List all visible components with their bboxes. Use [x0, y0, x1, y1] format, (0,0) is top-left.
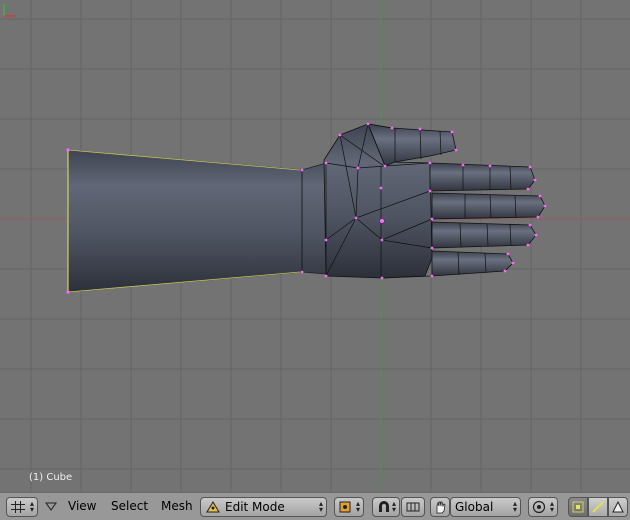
manipulator-button[interactable]	[430, 497, 450, 517]
updown-arrows-icon: ▴ ▾	[512, 499, 517, 514]
viewport-canvas[interactable]	[0, 0, 630, 492]
orientation-label: Global	[455, 500, 494, 514]
object-label: (1) Cube	[29, 472, 73, 483]
menu-select[interactable]: Select	[111, 499, 148, 513]
mode-selector[interactable]: Edit Mode ▴ ▾	[200, 497, 327, 517]
grid-icon	[11, 501, 25, 513]
object-origin	[379, 218, 385, 224]
editor-type-button[interactable]: ▴ ▾	[6, 497, 38, 517]
orientation-selector[interactable]: Global ▴ ▾	[450, 497, 521, 517]
snap-element-button[interactable]	[401, 497, 425, 517]
magnet-icon	[379, 501, 389, 512]
edge-select-icon	[592, 501, 604, 513]
menu-view[interactable]: View	[68, 499, 96, 513]
mode-triangle-icon	[206, 501, 220, 513]
menu-mesh[interactable]: Mesh	[161, 499, 193, 513]
snap-grid-icon	[406, 502, 420, 512]
updown-arrows-icon: ▴ ▾	[549, 499, 554, 514]
snap-toggle-button[interactable]: ▴ ▾	[372, 497, 400, 517]
pivot-icon	[339, 501, 351, 513]
3d-viewport[interactable]: (1) Cube	[0, 0, 630, 492]
updown-arrows-icon: ▴ ▾	[29, 499, 34, 514]
updown-arrows-icon: ▴ ▾	[391, 499, 396, 514]
updown-arrows-icon: ▴ ▾	[318, 499, 323, 514]
face-select-icon	[612, 500, 624, 513]
mode-selector-label: Edit Mode	[225, 500, 285, 514]
proportional-edit-icon	[532, 500, 546, 514]
proportional-edit-button[interactable]: ▴ ▾	[528, 497, 558, 517]
vertex-select-icon	[572, 501, 584, 513]
updown-arrows-icon: ▴ ▾	[355, 499, 360, 514]
collapse-menu-triangle-icon[interactable]	[45, 502, 57, 512]
hand-mesh[interactable]	[66, 122, 547, 294]
pivot-point-button[interactable]: ▴ ▾	[334, 497, 364, 517]
viewport-header: ▴ ▾ View Select Mesh Edit Mode ▴ ▾ ▴ ▾ ▴ ▾	[0, 492, 630, 520]
hand-icon	[436, 501, 446, 514]
edge-select-mode-button[interactable]	[588, 497, 608, 517]
axis-indicator-icon	[3, 4, 16, 17]
vertex-select-mode-button[interactable]	[568, 497, 588, 517]
face-select-mode-button[interactable]	[608, 497, 628, 517]
